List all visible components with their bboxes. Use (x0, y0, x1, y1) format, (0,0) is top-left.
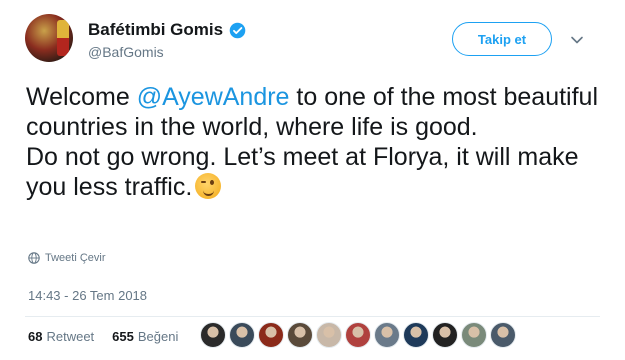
liker-avatar[interactable] (403, 322, 429, 348)
tweet-timestamp[interactable]: 14:43 - 26 Tem 2018 (28, 288, 147, 303)
retweet-count[interactable]: 68 (28, 329, 42, 344)
tweet-text: Welcome @AyewAndre to one of the most be… (26, 82, 606, 202)
tweet-stats: 68 Retweet 655 Beğeni (28, 329, 178, 344)
winking-face-emoji-icon (195, 173, 222, 199)
liker-avatar[interactable] (316, 322, 342, 348)
translate-label[interactable]: Tweeti Çevir (45, 252, 106, 264)
liker-avatar[interactable] (374, 322, 400, 348)
liker-avatar[interactable] (200, 322, 226, 348)
avatar[interactable] (25, 14, 73, 62)
liker-avatar[interactable] (490, 322, 516, 348)
liker-avatar[interactable] (229, 322, 255, 348)
user-name-row[interactable]: Bafétimbi Gomis (88, 20, 246, 40)
liker-avatars (200, 322, 516, 348)
tweet-text-part: Welcome (26, 83, 137, 111)
like-count[interactable]: 655 (112, 329, 134, 344)
liker-avatar[interactable] (258, 322, 284, 348)
liker-avatar[interactable] (432, 322, 458, 348)
globe-icon (28, 252, 40, 264)
chevron-down-icon[interactable] (570, 33, 584, 47)
liker-avatar[interactable] (345, 322, 371, 348)
tweet-text-part: Do not go wrong. Let’s meet at Florya, i… (26, 143, 579, 201)
avatar-flag (57, 20, 69, 56)
follow-button[interactable]: Takip et (452, 22, 552, 56)
verified-badge-icon (229, 22, 246, 38)
like-label[interactable]: Beğeni (138, 329, 178, 344)
translate-tweet-link[interactable]: Tweeti Çevir (28, 252, 106, 264)
liker-avatar[interactable] (287, 322, 313, 348)
divider (25, 316, 600, 317)
retweet-label[interactable]: Retweet (46, 329, 94, 344)
display-name[interactable]: Bafétimbi Gomis (88, 20, 223, 40)
user-handle[interactable]: @BafGomis (88, 44, 164, 60)
liker-avatar[interactable] (461, 322, 487, 348)
mention-link[interactable]: @AyewAndre (137, 83, 290, 111)
